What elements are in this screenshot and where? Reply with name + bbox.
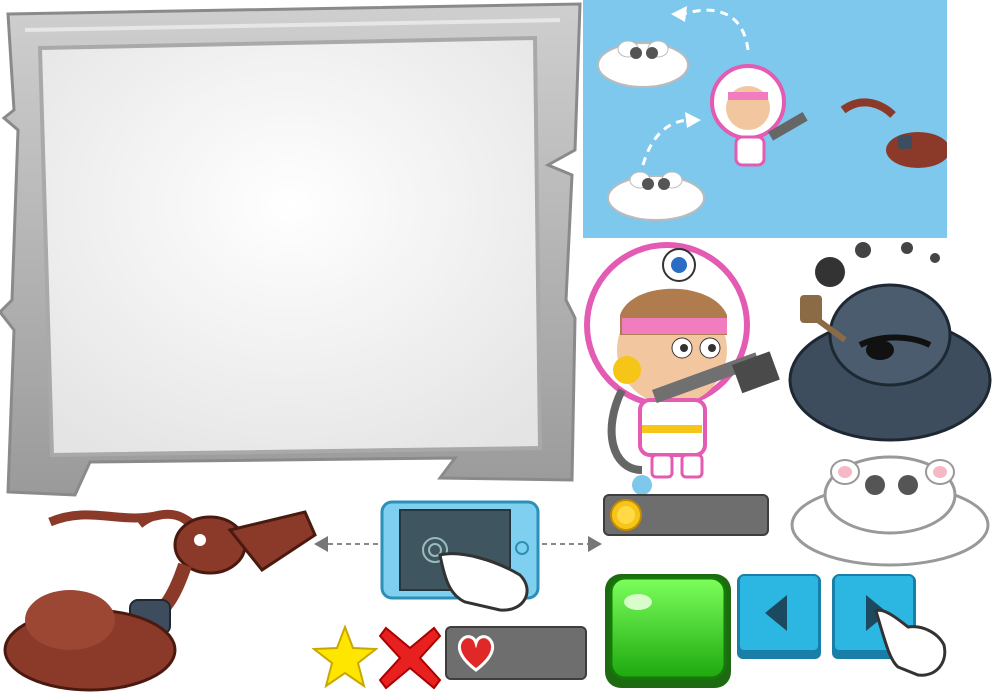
tablet-tap-icon: [380, 500, 540, 618]
left-dashed-arrow: [312, 532, 380, 556]
storm-cloud-enemy: [785, 240, 995, 450]
gold-coin-icon: [609, 498, 643, 532]
heart-icon: [455, 634, 497, 672]
pointing-hand-icon: [868, 605, 950, 680]
right-dashed-arrow: [540, 532, 604, 556]
white-cloud-character: [790, 450, 995, 570]
lives-counter: [445, 626, 587, 680]
coin-counter: [603, 494, 769, 536]
green-action-button[interactable]: [603, 572, 733, 690]
dialog-panel: [0, 0, 585, 500]
red-x-icon: [378, 626, 442, 690]
smoke-monster-enemy: [0, 500, 320, 692]
left-arrow-button[interactable]: [735, 573, 823, 661]
star-icon: [312, 624, 378, 690]
tutorial-scene: [583, 0, 947, 238]
astronaut-character: [582, 240, 787, 495]
